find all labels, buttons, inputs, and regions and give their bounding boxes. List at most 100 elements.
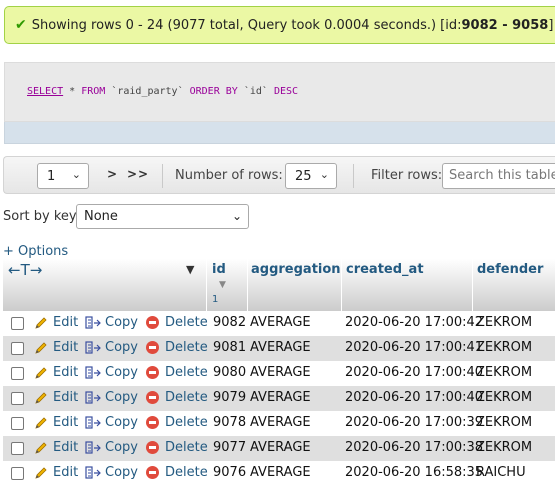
cell-aggregation[interactable]: AVERAGE (250, 440, 311, 455)
edit-row-button[interactable]: Edit (34, 365, 78, 380)
cell-id[interactable]: 9081 (213, 340, 246, 355)
copy-row-button[interactable]: Copy (85, 390, 138, 405)
cell-id[interactable]: 9076 (213, 465, 246, 480)
cell-created-at[interactable]: 2020-06-20 17:00:42 (345, 315, 483, 330)
cell-created-at[interactable]: 2020-06-20 17:00:40 (345, 365, 483, 380)
cell-created-at[interactable]: 2020-06-20 17:00:40 (345, 390, 483, 405)
cell-id[interactable]: 9080 (213, 365, 246, 380)
sql-toolbar (4, 122, 555, 144)
copy-label: Copy (105, 440, 138, 455)
column-label-created-at[interactable]: created_at (346, 262, 424, 277)
cell-created-at[interactable]: 2020-06-20 16:58:35 (345, 465, 483, 480)
success-text-prefix: Showing rows 0 - 24 (9077 total, Query t… (31, 17, 462, 33)
delete-icon (146, 466, 159, 479)
cell-created-at[interactable]: 2020-06-20 17:00:39 (345, 415, 483, 430)
cell-aggregation[interactable]: AVERAGE (250, 365, 311, 380)
column-label-id[interactable]: id (212, 262, 226, 277)
edit-row-button[interactable]: Edit (34, 440, 78, 455)
cell-defender[interactable]: ZEKROM (476, 315, 532, 330)
delete-icon (146, 316, 159, 329)
pencil-icon (34, 466, 49, 480)
edit-row-button[interactable]: Edit (34, 315, 78, 330)
cell-defender[interactable]: RAICHU (476, 465, 526, 480)
cell-defender[interactable]: ZEKROM (476, 365, 532, 380)
row-checkbox[interactable] (11, 417, 24, 430)
delete-row-button[interactable]: Delete (146, 465, 208, 480)
delete-label: Delete (165, 390, 208, 405)
cell-id[interactable]: 9079 (213, 390, 246, 405)
cell-aggregation[interactable]: AVERAGE (250, 465, 311, 480)
check-icon: ✔ (15, 17, 27, 33)
delete-row-button[interactable]: Delete (146, 415, 208, 430)
cell-created-at[interactable]: 2020-06-20 17:00:38 (345, 440, 483, 455)
copy-icon (85, 465, 101, 480)
sql-select-keyword[interactable]: SELECT (27, 86, 63, 97)
cell-defender[interactable]: ZEKROM (476, 440, 532, 455)
sort-desc-icon: ▼ (219, 280, 226, 290)
delete-row-button[interactable]: Delete (146, 340, 208, 355)
actions-menu-caret-icon[interactable]: ▼ (186, 263, 194, 276)
sql-query[interactable]: SELECT * FROM `raid_party` ORDER BY `id`… (27, 86, 298, 97)
column-header-created-at[interactable]: created_at (341, 259, 472, 311)
sort-by-key-select[interactable]: None ⌄ (76, 204, 249, 229)
copy-row-button[interactable]: Copy (85, 365, 138, 380)
delete-label: Delete (165, 365, 208, 380)
table-row: Edit Copy Delete 9077 AVERAGE 2020-06-20 17:0… (3, 436, 555, 461)
rows-per-page-value: 25 (295, 168, 312, 184)
cell-defender[interactable]: ZEKROM (476, 340, 532, 355)
edit-row-button[interactable]: Edit (34, 340, 78, 355)
cell-id[interactable]: 9077 (213, 440, 246, 455)
column-resize-arrows-icon[interactable]: ←T→ (8, 261, 42, 279)
copy-row-button[interactable]: Copy (85, 340, 138, 355)
edit-row-button[interactable]: Edit (34, 465, 78, 480)
sql-query-box: SELECT * FROM `raid_party` ORDER BY `id`… (4, 62, 555, 122)
delete-row-button[interactable]: Delete (146, 440, 208, 455)
column-label-defender[interactable]: defender (477, 262, 543, 277)
column-header-id[interactable]: id ▼ 1 (206, 259, 247, 311)
rows-per-page-select[interactable]: 25 ⌄ (285, 163, 337, 189)
cell-created-at[interactable]: 2020-06-20 17:00:41 (345, 340, 483, 355)
edit-row-button[interactable]: Edit (34, 390, 78, 405)
edit-row-button[interactable]: Edit (34, 415, 78, 430)
cell-aggregation[interactable]: AVERAGE (250, 340, 311, 355)
copy-row-button[interactable]: Copy (85, 415, 138, 430)
copy-icon (85, 315, 101, 330)
sql-star: * (69, 86, 76, 97)
success-message: ✔ Showing rows 0 - 24 (9077 total, Query… (4, 6, 555, 44)
cell-defender[interactable]: ZEKROM (476, 390, 532, 405)
cell-id[interactable]: 9078 (213, 415, 246, 430)
next-page-button[interactable]: > (107, 167, 118, 181)
cell-aggregation[interactable]: AVERAGE (250, 415, 311, 430)
cell-defender[interactable]: ZEKROM (476, 415, 532, 430)
copy-label: Copy (105, 340, 138, 355)
cell-aggregation[interactable]: AVERAGE (250, 390, 311, 405)
copy-row-button[interactable]: Copy (85, 315, 138, 330)
delete-row-button[interactable]: Delete (146, 315, 208, 330)
cell-aggregation[interactable]: AVERAGE (250, 315, 311, 330)
table-row: Edit Copy Delete 9082 AVERAGE 2020-06-20 17:0… (3, 311, 555, 336)
column-header-defender[interactable]: defender (472, 259, 555, 311)
row-checkbox[interactable] (11, 342, 24, 355)
pencil-icon (34, 341, 49, 355)
delete-row-button[interactable]: Delete (146, 390, 208, 405)
delete-icon (146, 366, 159, 379)
filter-rows-input[interactable]: Search this table (442, 163, 555, 189)
row-checkbox[interactable] (11, 367, 24, 380)
copy-row-button[interactable]: Copy (85, 465, 138, 480)
copy-row-button[interactable]: Copy (85, 440, 138, 455)
delete-row-button[interactable]: Delete (146, 365, 208, 380)
row-checkbox[interactable] (11, 317, 24, 330)
copy-icon (85, 390, 101, 405)
page-select[interactable]: 1 ⌄ (37, 163, 89, 189)
options-link[interactable]: + Options (3, 244, 68, 259)
column-header-aggregation[interactable]: aggregation (247, 259, 341, 311)
success-text-suffix: ] (548, 17, 554, 33)
edit-label: Edit (53, 390, 79, 405)
row-checkbox[interactable] (11, 392, 24, 405)
column-label-aggregation[interactable]: aggregation (251, 262, 341, 277)
last-page-button[interactable]: >> (127, 167, 149, 181)
copy-icon (85, 440, 101, 455)
cell-id[interactable]: 9082 (213, 315, 246, 330)
row-checkbox[interactable] (11, 442, 24, 455)
row-checkbox[interactable] (11, 467, 24, 480)
